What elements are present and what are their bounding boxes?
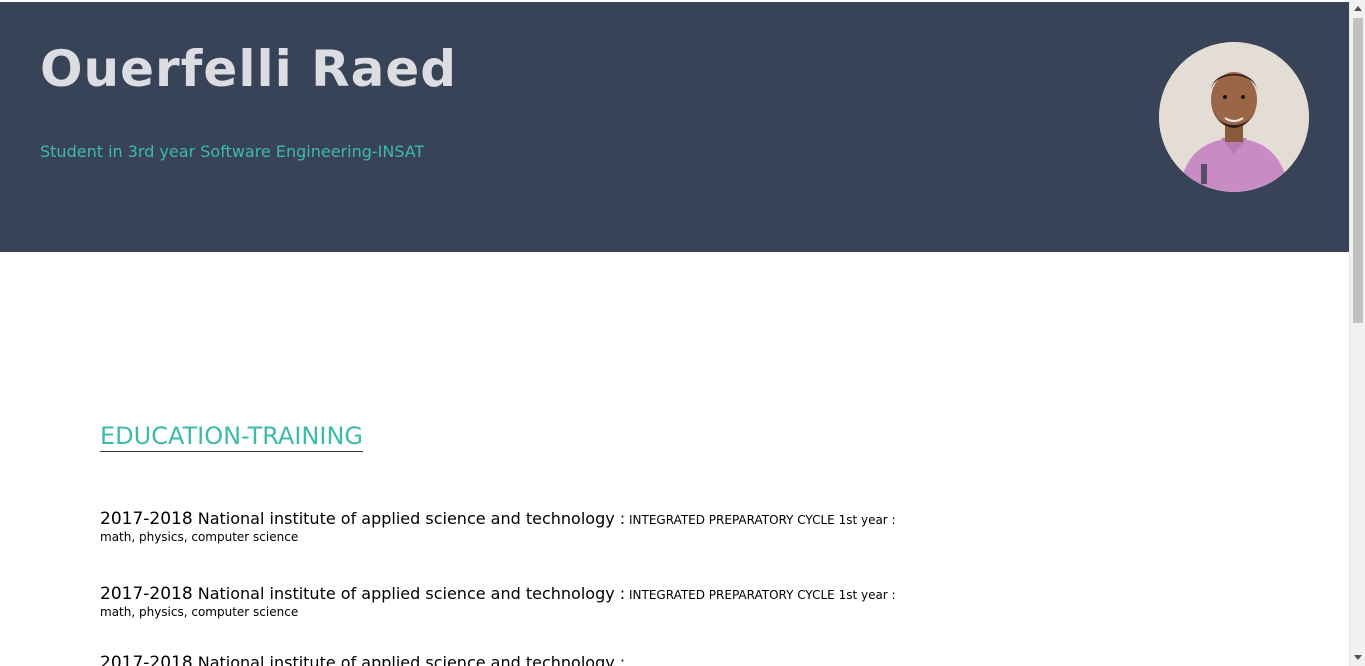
education-entry: 2017-2018 National institute of applied …	[100, 654, 900, 666]
scroll-down-arrow-icon[interactable]	[1354, 655, 1362, 660]
education-entry: 2017-2018 National institute of applied …	[100, 585, 900, 621]
avatar-photo-icon	[1159, 42, 1309, 192]
profile-avatar	[1159, 42, 1309, 192]
entry-institution: National institute of applied science an…	[192, 509, 626, 528]
entry-subjects: math, physics, computer science	[100, 605, 299, 619]
entry-subjects: math, physics, computer science	[100, 530, 299, 544]
page-viewport: Ouerfelli Raed Student in 3rd year Softw…	[0, 2, 1349, 666]
entry-institution: National institute of applied science an…	[192, 653, 626, 666]
entry-institution: National institute of applied science an…	[192, 584, 626, 603]
entry-year: 2017-2018	[100, 584, 193, 604]
profile-name: Ouerfelli Raed	[40, 40, 458, 98]
profile-subtitle: Student in 3rd year Software Engineering…	[40, 142, 425, 161]
education-entry: 2017-2018 National institute of applied …	[100, 510, 900, 546]
entry-year: 2017-2018	[100, 653, 193, 666]
vertical-scrollbar[interactable]	[1349, 0, 1365, 666]
profile-header: Ouerfelli Raed Student in 3rd year Softw…	[0, 2, 1349, 252]
scrollbar-thumb[interactable]	[1353, 18, 1363, 323]
education-section-title: EDUCATION-TRAINING	[100, 422, 364, 452]
scroll-up-arrow-icon[interactable]	[1354, 6, 1362, 11]
entry-detail: INTEGRATED PREPARATORY CYCLE 1st year :	[625, 588, 896, 602]
entry-year: 2017-2018	[100, 509, 193, 529]
entry-detail: INTEGRATED PREPARATORY CYCLE 1st year :	[625, 513, 896, 527]
